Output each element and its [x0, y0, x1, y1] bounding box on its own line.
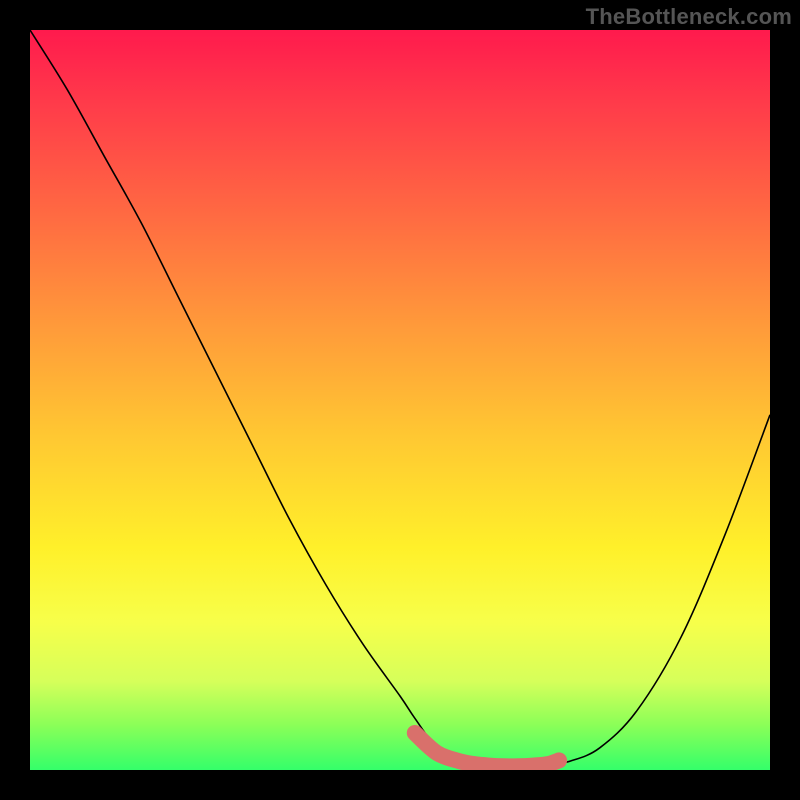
watermark-text: TheBottleneck.com [586, 4, 792, 30]
chart-frame [30, 30, 770, 770]
series-curve-main [30, 30, 770, 766]
plot-area [30, 30, 770, 770]
chart-svg [30, 30, 770, 770]
series-marker-band [415, 733, 559, 766]
